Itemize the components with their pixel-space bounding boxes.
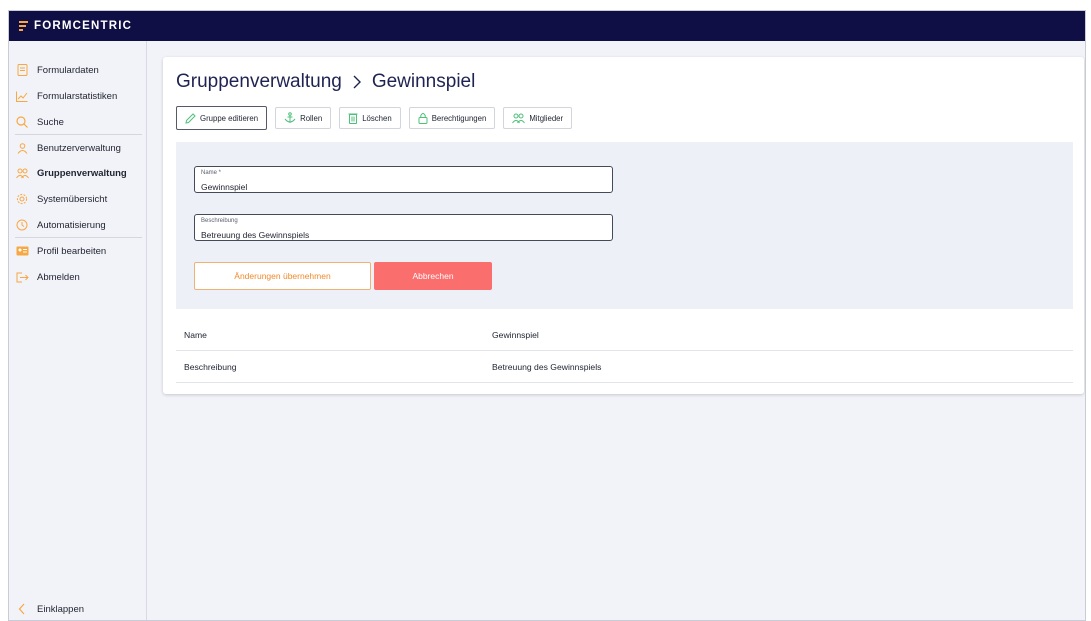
- chevron-left-icon: [15, 602, 29, 616]
- sidebar-item-label: Automatisierung: [37, 219, 106, 231]
- cancel-button[interactable]: Abbrechen: [374, 262, 492, 290]
- sidebar-item-benutzerverwaltung[interactable]: Benutzerverwaltung: [15, 137, 138, 159]
- description-input[interactable]: [201, 230, 606, 240]
- collapse-button[interactable]: Einklappen: [15, 598, 138, 620]
- roles-label: Rollen: [300, 113, 323, 123]
- row-key: Beschreibung: [184, 361, 237, 372]
- sidebar-item-profil-bearbeiten[interactable]: Profil bearbeiten: [15, 240, 138, 262]
- roles-button[interactable]: Rollen: [275, 107, 332, 129]
- sidebar-item-suche[interactable]: Suche: [15, 111, 138, 133]
- permissions-label: Berechtigungen: [431, 113, 487, 123]
- sidebar-item-label: Suche: [37, 116, 64, 128]
- sidebar-item-label: Benutzerverwaltung: [37, 142, 121, 154]
- sidebar-item-label: Formulardaten: [37, 64, 99, 76]
- delete-label: Löschen: [362, 113, 392, 123]
- sidebar-item-label: Formularstatistiken: [37, 90, 118, 102]
- lock-icon: [418, 112, 428, 124]
- pencil-icon: [185, 112, 196, 124]
- sidebar-item-automatisierung[interactable]: Automatisierung: [15, 214, 138, 236]
- permissions-button[interactable]: Berechtigungen: [408, 107, 496, 129]
- breadcrumb-current: Gewinnspiel: [371, 71, 476, 92]
- row-value: Gewinnspiel: [492, 329, 539, 340]
- document-icon: [15, 63, 29, 77]
- id-card-icon: [15, 244, 29, 258]
- trash-icon: [348, 112, 358, 124]
- line-chart-icon: [15, 89, 29, 103]
- toolbar: Gruppe editieren Rollen Löschen Berechti…: [176, 106, 573, 130]
- description-field-label: Beschreibung: [201, 218, 238, 224]
- breadcrumb: Gruppenverwaltung Gewinnspiel: [176, 71, 475, 93]
- logout-icon: [15, 270, 29, 284]
- user-icon: [15, 141, 29, 155]
- name-input[interactable]: [201, 182, 606, 192]
- sidebar-divider: [15, 134, 142, 135]
- sidebar-item-label: Profil bearbeiten: [37, 245, 107, 257]
- sidebar-item-abmelden[interactable]: Abmelden: [15, 266, 138, 288]
- users-icon: [512, 113, 526, 124]
- sidebar-item-formulardaten[interactable]: Formulardaten: [15, 59, 138, 81]
- search-icon: [15, 115, 29, 129]
- description-field[interactable]: Beschreibung: [194, 214, 613, 241]
- anchor-icon: [284, 112, 296, 124]
- sidebar-item-label: Systemübersicht: [37, 193, 108, 205]
- gear-icon: [15, 192, 29, 206]
- users-icon: [15, 166, 29, 180]
- brand-name: FORMCENTRIC: [34, 20, 133, 32]
- members-button[interactable]: Mitglieder: [503, 107, 573, 129]
- sidebar-item-label: Abmelden: [37, 271, 80, 283]
- app-window: FORMCENTRIC Formulardaten Formularstatis…: [8, 10, 1086, 621]
- delete-button[interactable]: Löschen: [339, 107, 401, 129]
- members-label: Mitglieder: [529, 113, 564, 123]
- sidebar-item-systemuebersicht[interactable]: Systemübersicht: [15, 188, 138, 210]
- edit-group-label: Gruppe editieren: [200, 113, 259, 123]
- top-bar: FORMCENTRIC: [9, 11, 1085, 41]
- name-field[interactable]: Name *: [194, 166, 613, 193]
- collapse-label: Einklappen: [37, 603, 85, 615]
- table-row: Beschreibung Betreuung des Gewinnspiels: [176, 351, 1073, 383]
- edit-form: Name * Beschreibung Änderungen übernehme…: [176, 142, 1073, 309]
- logo-icon: [19, 21, 28, 31]
- name-field-label: Name *: [201, 170, 222, 176]
- row-key: Name: [184, 329, 207, 340]
- group-info-table: Name Gewinnspiel Beschreibung Betreuung …: [176, 319, 1073, 383]
- edit-group-button[interactable]: Gruppe editieren: [176, 106, 268, 130]
- table-row: Name Gewinnspiel: [176, 319, 1073, 351]
- sidebar-divider: [15, 237, 142, 238]
- sidebar-item-gruppenverwaltung[interactable]: Gruppenverwaltung: [15, 162, 138, 184]
- sidebar-item-label: Gruppenverwaltung: [37, 167, 127, 179]
- chevron-right-icon: [352, 74, 362, 90]
- sidebar-item-formularstatistiken[interactable]: Formularstatistiken: [15, 85, 138, 107]
- apply-changes-button[interactable]: Änderungen übernehmen: [194, 262, 371, 290]
- group-detail-card: Gruppenverwaltung Gewinnspiel Gruppe edi…: [163, 57, 1084, 394]
- breadcrumb-parent[interactable]: Gruppenverwaltung: [176, 71, 342, 93]
- row-value: Betreuung des Gewinnspiels: [492, 361, 602, 372]
- sidebar: Formulardaten Formularstatistiken Suche …: [9, 41, 147, 620]
- clock-icon: [15, 218, 29, 232]
